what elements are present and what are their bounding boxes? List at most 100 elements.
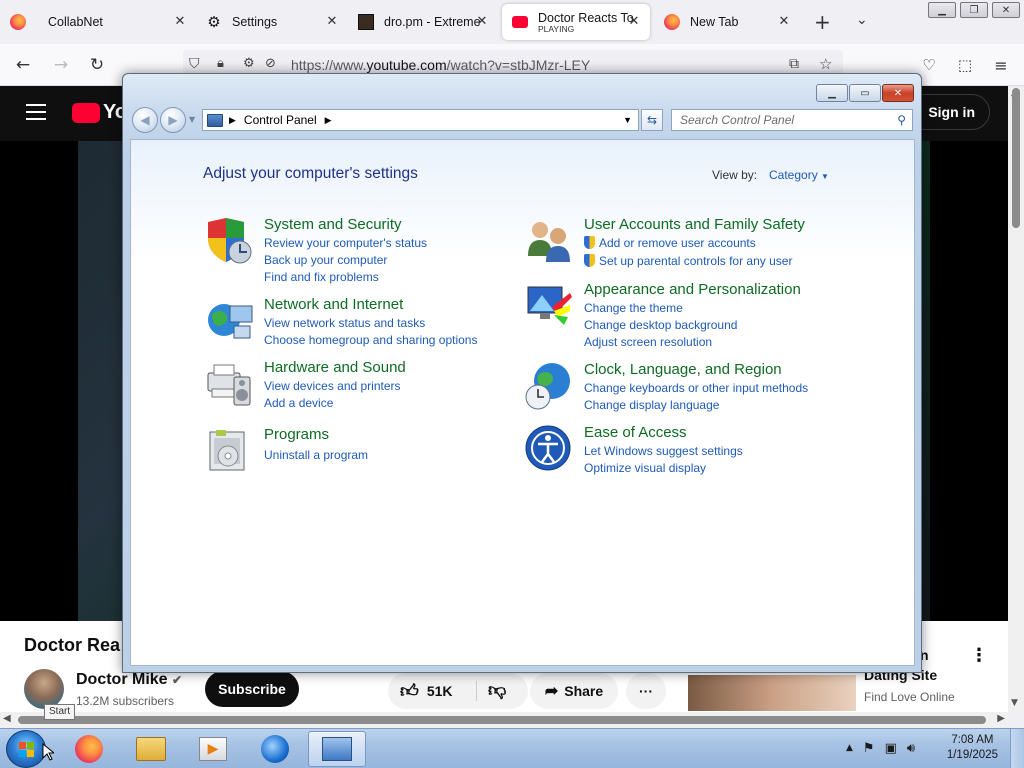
category-link[interactable]: Add or remove user accounts	[584, 236, 756, 250]
tab-dro-pm[interactable]: dro.pm - Extreme ✕	[348, 4, 498, 40]
network-icon[interactable]: ▣	[885, 741, 897, 756]
category-link[interactable]: Review your computer's status	[264, 236, 427, 250]
taskbar-explorer[interactable]	[122, 731, 180, 767]
printer-speaker-icon[interactable]	[204, 359, 256, 409]
show-hidden-icons-icon[interactable]: ▲	[846, 743, 853, 756]
youtube-menu-icon[interactable]	[26, 104, 46, 120]
category-link[interactable]: Adjust screen resolution	[584, 335, 712, 349]
share-button[interactable]: ➦ Share	[530, 673, 618, 709]
category-link[interactable]: Set up parental controls for any user	[584, 254, 792, 268]
category-link[interactable]: Back up your computer	[264, 253, 387, 267]
category-link[interactable]: View network status and tasks	[264, 316, 425, 330]
close-tab-icon[interactable]: ✕	[324, 13, 340, 29]
network-globe-icon[interactable]	[204, 296, 256, 346]
category-link[interactable]: Add a device	[264, 396, 333, 410]
bookmark-star-icon[interactable]: ☆	[819, 55, 832, 73]
maximize-icon[interactable]: ▭	[849, 84, 881, 102]
tab-new-tab[interactable]: New Tab ✕	[654, 4, 800, 40]
category-link[interactable]: Change keyboards or other input methods	[584, 381, 808, 395]
category-link[interactable]: Find and fix problems	[264, 270, 379, 284]
close-tab-icon[interactable]: ✕	[474, 13, 490, 29]
tracking-shield-icon[interactable]: ⛉	[189, 56, 200, 72]
category-link[interactable]: Uninstall a program	[264, 448, 368, 462]
close-tab-icon[interactable]: ✕	[172, 13, 188, 29]
new-tab-plus-icon[interactable]: +	[814, 10, 831, 34]
menu-hamburger-icon[interactable]: ≡	[990, 54, 1012, 76]
lock-icon[interactable]: 🔒︎	[217, 56, 224, 71]
category-title[interactable]: Network and Internet	[264, 296, 403, 313]
search-icon[interactable]: ⚲	[897, 113, 906, 127]
tab-collabnet[interactable]: CollabNet ✕	[0, 4, 196, 40]
taskbar-firefox[interactable]	[60, 731, 118, 767]
forward-arrow-icon[interactable]: ▶	[160, 107, 186, 133]
volume-icon[interactable]: 🔊︎	[907, 741, 915, 756]
scrollbar-thumb[interactable]	[1012, 88, 1020, 228]
category-title[interactable]: Hardware and Sound	[264, 359, 406, 376]
address-dropdown-icon[interactable]: ▼	[623, 115, 632, 125]
autoplay-blocked-icon[interactable]: ⊘	[265, 56, 276, 71]
taskbar-control-panel[interactable]	[308, 731, 366, 767]
kebab-menu-icon[interactable]: ⋮	[970, 645, 988, 666]
ease-of-access-icon[interactable]	[524, 424, 576, 474]
extensions-icon[interactable]: ⬚	[954, 54, 976, 76]
show-desktop-button[interactable]	[1010, 729, 1024, 768]
category-title[interactable]: User Accounts and Family Safety	[584, 216, 805, 233]
sidebar-ad-thumbnail[interactable]	[688, 675, 856, 711]
view-by-dropdown[interactable]: Category ▼	[769, 168, 829, 182]
programs-box-icon[interactable]	[204, 426, 256, 476]
category-title[interactable]: Appearance and Personalization	[584, 281, 801, 298]
breadcrumb-chevron-icon[interactable]: ▶	[325, 115, 332, 126]
scroll-left-icon[interactable]: ◀	[3, 713, 11, 724]
category-link[interactable]: Choose homegroup and sharing options	[264, 333, 477, 347]
scroll-right-icon[interactable]: ▶	[997, 713, 1005, 724]
category-link[interactable]: Change display language	[584, 398, 719, 412]
permissions-icon[interactable]: ⚙	[243, 56, 255, 71]
back-arrow-icon[interactable]: ←	[12, 54, 34, 76]
breadcrumb-control-panel[interactable]: Control Panel	[244, 113, 317, 127]
like-button[interactable]: 👍︎ 51K 👎︎	[388, 673, 528, 709]
taskbar-thunderbird[interactable]	[246, 731, 304, 767]
scroll-down-icon[interactable]: ▼	[1011, 698, 1018, 708]
search-control-panel-input[interactable]: Search Control Panel ⚲	[671, 109, 913, 131]
category-title[interactable]: Ease of Access	[584, 424, 687, 441]
appearance-monitor-icon[interactable]	[524, 281, 576, 331]
close-tab-icon[interactable]: ✕	[626, 13, 642, 29]
pocket-icon[interactable]: ♡	[918, 54, 940, 76]
channel-avatar[interactable]	[24, 669, 64, 709]
category-title[interactable]: System and Security	[264, 216, 402, 233]
start-button[interactable]	[6, 730, 46, 768]
action-center-flag-icon[interactable]: ⚑	[863, 741, 875, 756]
youtube-logo-icon[interactable]	[72, 103, 100, 123]
close-tab-icon[interactable]: ✕	[776, 13, 792, 29]
recent-pages-chevron-icon[interactable]: ▼	[189, 115, 195, 124]
picture-in-picture-icon[interactable]: ⧉	[789, 56, 799, 72]
minimize-icon[interactable]: ▁	[928, 2, 956, 18]
category-link[interactable]: View devices and printers	[264, 379, 401, 393]
thumbs-down-icon[interactable]: 👎︎	[488, 679, 506, 701]
taskbar-media-player[interactable]: ▶	[184, 731, 242, 767]
user-accounts-icon[interactable]	[524, 216, 576, 266]
taskbar-clock[interactable]: 7:08 AM 1/19/2025	[947, 733, 998, 763]
system-security-shield-icon[interactable]	[204, 216, 256, 266]
category-title[interactable]: Programs	[264, 426, 329, 443]
category-link[interactable]: Optimize visual display	[584, 461, 706, 475]
scrollbar-thumb[interactable]	[18, 716, 986, 724]
forward-arrow-icon[interactable]: →	[50, 54, 72, 76]
page-vertical-scrollbar[interactable]: ▲ ▼	[1008, 86, 1024, 712]
more-actions-button[interactable]: ···	[626, 673, 666, 709]
category-title[interactable]: Clock, Language, and Region	[584, 361, 782, 378]
page-horizontal-scrollbar[interactable]: ◀ ▶	[0, 712, 1008, 728]
reload-icon[interactable]: ↻	[86, 54, 108, 76]
tab-youtube-playing[interactable]: Doctor Reacts To PLAYING ✕	[502, 4, 650, 40]
restore-icon[interactable]: ❐	[960, 2, 988, 18]
address-bar[interactable]: ▶ Control Panel ▶ ▼	[202, 109, 639, 131]
close-icon[interactable]: ✕	[992, 2, 1020, 18]
close-icon[interactable]: ✕	[882, 84, 914, 102]
breadcrumb-chevron-icon[interactable]: ▶	[229, 115, 236, 126]
subscribe-button[interactable]: Subscribe	[205, 671, 299, 707]
refresh-icon[interactable]: ⇆	[641, 109, 663, 131]
minimize-icon[interactable]: ▁	[816, 84, 848, 102]
category-link[interactable]: Change desktop background	[584, 318, 737, 332]
category-link[interactable]: Let Windows suggest settings	[584, 444, 743, 458]
clock-globe-icon[interactable]	[524, 361, 576, 411]
